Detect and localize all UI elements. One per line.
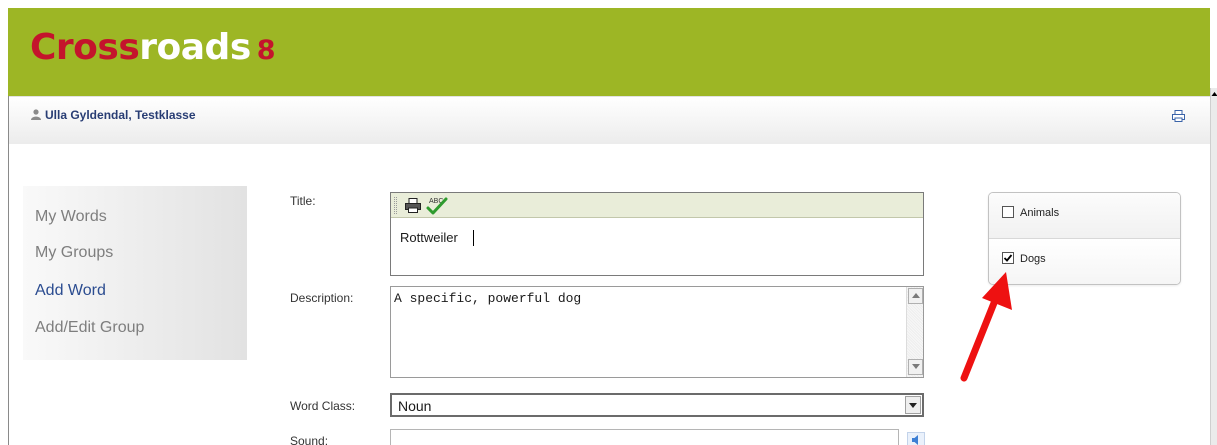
sound-label: Sound: <box>290 434 329 445</box>
speaker-icon[interactable] <box>907 432 925 445</box>
user-bar: Ulla Gyldendal, Testklasse <box>9 96 1210 144</box>
page-scrollbar[interactable] <box>1210 88 1217 445</box>
title-value: Rottweiler <box>400 230 458 245</box>
title-toolbar: ABC <box>391 193 923 218</box>
description-scrollbar[interactable] <box>906 287 923 377</box>
title-editor[interactable]: ABC Rottweiler <box>390 192 924 276</box>
toolbar-grip <box>394 197 397 214</box>
crossroads-logo: Crossroads 8 <box>30 26 276 73</box>
user-name[interactable]: Ulla Gyldendal, Testklasse <box>45 108 196 122</box>
printer-icon[interactable] <box>1172 110 1185 122</box>
word-class-select[interactable]: Noun <box>390 393 924 417</box>
spellcheck-icon[interactable]: ABC <box>425 195 449 216</box>
sound-input[interactable] <box>390 429 899 445</box>
app-frame: Crossroads 8 Ulla Gyldendal, Testklasse M… <box>8 8 1217 445</box>
group-label-animals: Animals <box>1020 207 1060 219</box>
text-caret <box>473 230 474 246</box>
sidebar-nav: My Words My Groups Add Word Add/Edit Gro… <box>23 186 247 360</box>
sidebar-item-my-groups[interactable]: My Groups <box>35 244 113 262</box>
printer-icon[interactable] <box>405 198 421 213</box>
scroll-down-button[interactable] <box>908 359 923 375</box>
logo-part-roads: roads <box>139 27 251 68</box>
scroll-up-arrow-icon[interactable] <box>1211 88 1217 102</box>
red-arrow-icon <box>960 272 1012 382</box>
description-textarea[interactable]: A specific, powerful dog <box>390 286 924 378</box>
app-header: Crossroads 8 <box>8 8 1210 96</box>
word-class-value: Noun <box>398 398 432 414</box>
scroll-up-button[interactable] <box>908 288 923 304</box>
chevron-down-icon[interactable] <box>905 396 921 414</box>
title-label: Title: <box>290 194 316 208</box>
logo-part-number: 8 <box>256 35 276 66</box>
logo-part-cross: Cross <box>30 27 140 68</box>
user-icon <box>31 109 41 120</box>
word-class-label: Word Class: <box>290 399 356 413</box>
description-label: Description: <box>290 291 354 305</box>
sidebar-item-add-word[interactable]: Add Word <box>35 282 106 300</box>
group-item-animals[interactable]: Animals <box>989 193 1180 239</box>
animals-checkbox[interactable] <box>1002 206 1014 218</box>
description-value: A specific, powerful dog <box>394 291 582 306</box>
add-word-form: Title: ABC Rottweiler Description: A spe… <box>265 184 955 445</box>
sidebar-item-my-words[interactable]: My Words <box>35 208 107 226</box>
sidebar-item-add-edit-group[interactable]: Add/Edit Group <box>35 319 144 337</box>
